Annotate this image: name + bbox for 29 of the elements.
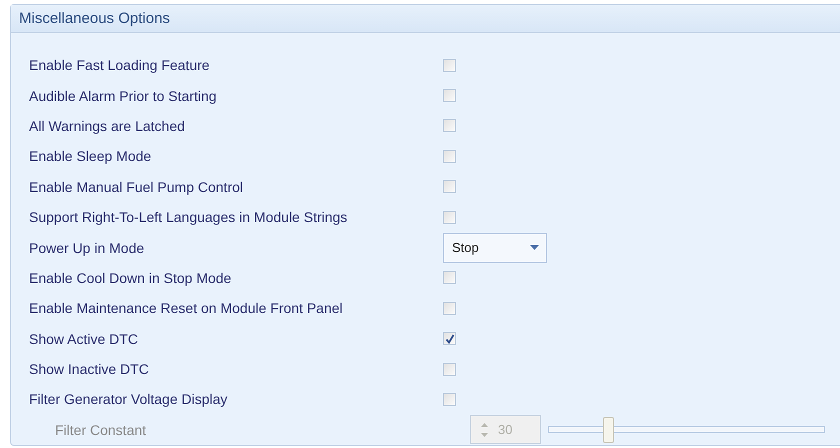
option-label: Audible Alarm Prior to Starting	[29, 88, 218, 104]
panel-title: Miscellaneous Options	[19, 10, 170, 27]
checkbox[interactable]	[443, 150, 456, 163]
option-label: Enable Fast Loading Feature	[29, 57, 211, 74]
checkbox[interactable]	[443, 89, 456, 102]
checkbox[interactable]	[443, 392, 456, 406]
mode-dropdown[interactable]: Stop	[443, 232, 547, 263]
option-label: Enable Maintenance Reset on Module Front Panel	[29, 300, 344, 316]
checkbox[interactable]	[443, 119, 456, 132]
option-label: Filter Generator Voltage Display	[29, 391, 228, 408]
option-label: Show Inactive DTC	[29, 361, 150, 378]
option-label: Filter Constant	[54, 422, 148, 438]
option-label: Enable Sleep Mode	[29, 148, 152, 164]
spin-arrows-icon	[481, 422, 488, 438]
option-label: Power Up in Mode	[29, 240, 146, 256]
slider-track[interactable]	[548, 426, 825, 434]
checkbox[interactable]	[443, 271, 456, 284]
checkbox[interactable]	[443, 302, 456, 315]
option-label: Enable Cool Down in Stop Mode	[29, 270, 232, 286]
caret-icon	[530, 245, 539, 250]
option-label: All Warnings are Latched	[29, 118, 186, 134]
checkbox[interactable]	[443, 362, 456, 376]
checkbox[interactable]	[443, 210, 456, 224]
option-label: Enable Manual Fuel Pump Control	[29, 178, 244, 195]
checkbox[interactable]	[443, 58, 456, 72]
checkbox[interactable]	[443, 180, 456, 194]
option-label: Support Right-To-Left Languages in Module Strings	[29, 209, 348, 226]
option-label: Show Active DTC	[29, 330, 139, 347]
checkbox[interactable]	[443, 332, 456, 346]
